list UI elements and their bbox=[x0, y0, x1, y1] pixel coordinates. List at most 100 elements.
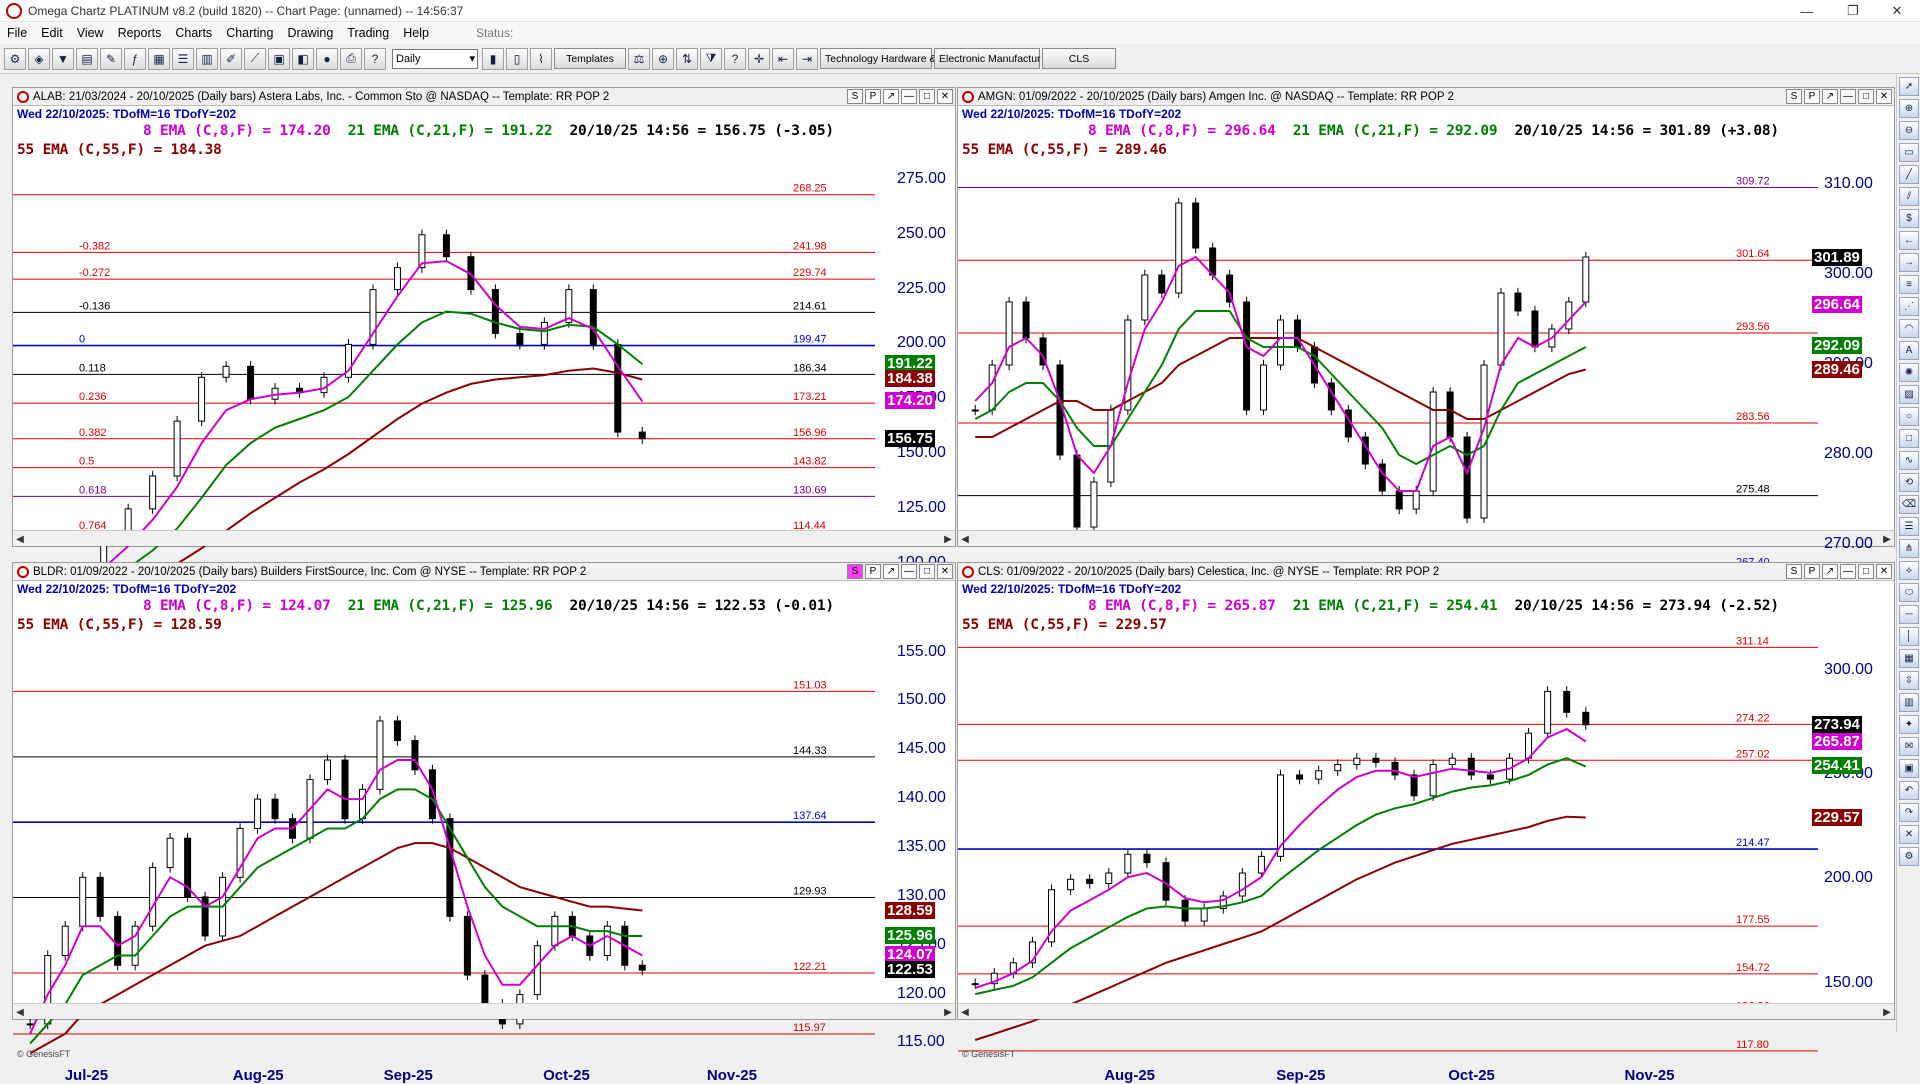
next-icon[interactable]: ⇥ bbox=[796, 47, 818, 70]
scroll-left-icon[interactable]: ◀ bbox=[958, 532, 972, 546]
ruler-icon[interactable]: ⟋ bbox=[244, 47, 266, 70]
panel-link-icon[interactable]: ↗ bbox=[1822, 564, 1838, 579]
minimize-button[interactable]: — bbox=[1784, 0, 1830, 22]
ellipse-icon[interactable]: ⬭ bbox=[1899, 583, 1919, 602]
scroll-right-icon[interactable]: ▶ bbox=[1880, 1005, 1894, 1019]
filter-icon[interactable]: ⧩ bbox=[700, 47, 722, 70]
panel-maximize-button[interactable]: □ bbox=[919, 89, 935, 104]
panel-maximize-button[interactable]: □ bbox=[1858, 89, 1874, 104]
price-plot[interactable]: 311.14274.22257.02214.47177.55154.72136.… bbox=[958, 563, 1818, 1063]
disk-icon[interactable]: ● bbox=[316, 47, 338, 70]
page-icon[interactable]: ▤ bbox=[76, 47, 98, 70]
cycle-icon[interactable]: ⟲ bbox=[1899, 473, 1919, 492]
ratio-icon[interactable]: ⇳ bbox=[1899, 671, 1919, 690]
horizontal-scrollbar[interactable]: ◀ ▶ bbox=[958, 530, 1894, 546]
swatch-icon[interactable]: ▨ bbox=[1899, 385, 1919, 404]
industry-button[interactable]: Electronic Manufactur bbox=[934, 48, 1041, 69]
panel-minimize-button[interactable]: — bbox=[901, 89, 917, 104]
restore-button[interactable]: ❐ bbox=[1830, 0, 1876, 22]
arrow-left-icon[interactable]: ← bbox=[1899, 231, 1919, 250]
menu-view[interactable]: View bbox=[70, 26, 111, 40]
menu-charts[interactable]: Charts bbox=[168, 26, 219, 40]
fib-icon[interactable]: ≡ bbox=[1899, 275, 1919, 294]
circle-icon[interactable]: ○ bbox=[1899, 407, 1919, 426]
arrow-right-icon[interactable]: → bbox=[1899, 253, 1919, 272]
prev-icon[interactable]: ⇤ bbox=[772, 47, 794, 70]
panel-minimize-button[interactable]: — bbox=[1840, 564, 1856, 579]
color-icon[interactable]: ✺ bbox=[1899, 363, 1919, 382]
close-button[interactable]: ✕ bbox=[1874, 0, 1920, 22]
bookmark-icon[interactable]: ▣ bbox=[268, 47, 290, 70]
scroll-left-icon[interactable]: ◀ bbox=[13, 532, 27, 546]
panel-close-button[interactable]: ✕ bbox=[937, 564, 953, 579]
menu-reports[interactable]: Reports bbox=[111, 26, 169, 40]
zoom-out-icon[interactable]: ⊖ bbox=[1899, 121, 1919, 140]
grid2-icon[interactable]: ▦ bbox=[1899, 649, 1919, 668]
list-icon[interactable]: ☰ bbox=[172, 47, 194, 70]
settings-icon[interactable]: ⚙ bbox=[1899, 847, 1919, 866]
panel-link-icon[interactable]: ↗ bbox=[1822, 89, 1838, 104]
panel-minimize-button[interactable]: — bbox=[901, 564, 917, 579]
pencil-icon[interactable]: ✎ bbox=[100, 47, 122, 70]
lock-icon[interactable]: ▣ bbox=[1899, 759, 1919, 778]
indicator-icon[interactable]: ◈ bbox=[28, 47, 50, 70]
box-icon[interactable]: □ bbox=[1899, 429, 1919, 448]
line-chart-icon[interactable]: ⌇ bbox=[530, 47, 552, 70]
compare-icon[interactable]: ⚖ bbox=[628, 47, 650, 70]
bar-chart-icon[interactable]: ▮ bbox=[482, 47, 504, 70]
panel-minimize-button[interactable]: — bbox=[1840, 89, 1856, 104]
grid-icon[interactable]: ▦ bbox=[148, 47, 170, 70]
note-icon[interactable]: ✉ bbox=[1899, 737, 1919, 756]
symbol-button[interactable]: CLS bbox=[1042, 48, 1116, 69]
pitchfork-icon[interactable]: ⋔ bbox=[1899, 539, 1919, 558]
bars-icon[interactable]: ▥ bbox=[1899, 693, 1919, 712]
panel-maximize-button[interactable]: □ bbox=[919, 564, 935, 579]
price-plot[interactable]: 151.03 144.33 137.64 129.93 122.21 115.97 bbox=[13, 563, 875, 1063]
formula-icon[interactable]: ƒ bbox=[124, 47, 146, 70]
horizontal-scrollbar[interactable]: ◀ ▶ bbox=[958, 1003, 1894, 1019]
scroll-right-icon[interactable]: ▶ bbox=[941, 532, 955, 546]
menu-help[interactable]: Help bbox=[396, 26, 436, 40]
open-chart-icon[interactable]: ⚙ bbox=[4, 47, 26, 70]
horizontal-scrollbar[interactable]: ◀ ▶ bbox=[13, 530, 955, 546]
trendline-icon[interactable]: ╱ bbox=[1899, 165, 1919, 184]
scroll-right-icon[interactable]: ▶ bbox=[1880, 532, 1894, 546]
menu-drawing[interactable]: Drawing bbox=[280, 26, 340, 40]
fan-icon[interactable]: ⋰ bbox=[1899, 297, 1919, 316]
candle-chart-icon[interactable]: ▯ bbox=[506, 47, 528, 70]
panel-close-button[interactable]: ✕ bbox=[1876, 89, 1892, 104]
period-select[interactable]: Daily ▾ bbox=[392, 48, 478, 69]
menu-file[interactable]: File bbox=[0, 26, 34, 40]
zoom-icon[interactable]: ⊕ bbox=[652, 47, 674, 70]
menu-trading[interactable]: Trading bbox=[340, 26, 396, 40]
crosshair-icon[interactable]: ✛ bbox=[748, 47, 770, 70]
horizontal-scrollbar[interactable]: ◀ ▶ bbox=[13, 1003, 955, 1019]
dollar-icon[interactable]: $ bbox=[1899, 209, 1919, 228]
draw-tool-icon[interactable]: ✐ bbox=[220, 47, 242, 70]
sort-icon[interactable]: ⇅ bbox=[676, 47, 698, 70]
scroll-left-icon[interactable]: ◀ bbox=[13, 1005, 27, 1019]
scroll-right-icon[interactable]: ▶ bbox=[941, 1005, 955, 1019]
gann-icon[interactable]: ⟡ bbox=[1899, 561, 1919, 580]
table-icon[interactable]: ▥ bbox=[196, 47, 218, 70]
panel-close-button[interactable]: ✕ bbox=[1876, 564, 1892, 579]
menu-edit[interactable]: Edit bbox=[34, 26, 70, 40]
panel-link-icon[interactable]: ↗ bbox=[883, 89, 899, 104]
panel-link-icon[interactable]: ↗ bbox=[883, 564, 899, 579]
scan-icon[interactable]: ◧ bbox=[292, 47, 314, 70]
menu-charting[interactable]: Charting bbox=[219, 26, 280, 40]
arc-icon[interactable]: ◠ bbox=[1899, 319, 1919, 338]
zoom-in-icon[interactable]: ⊕ bbox=[1899, 99, 1919, 118]
help-icon[interactable]: ? bbox=[364, 47, 386, 70]
window-icon[interactable]: ▭ bbox=[1899, 143, 1919, 162]
sector-button[interactable]: Technology Hardware & bbox=[820, 48, 936, 69]
lines-icon[interactable]: ☰ bbox=[1899, 517, 1919, 536]
hline-icon[interactable]: ─ bbox=[1899, 605, 1919, 624]
eraser-icon[interactable]: ⌫ bbox=[1899, 495, 1919, 514]
channel-icon[interactable]: ⫽ bbox=[1899, 187, 1919, 206]
panel-maximize-button[interactable]: □ bbox=[1858, 564, 1874, 579]
templates-button[interactable]: Templates bbox=[554, 48, 626, 69]
vline-icon[interactable]: │ bbox=[1899, 627, 1919, 646]
panel-close-button[interactable]: ✕ bbox=[937, 89, 953, 104]
redo-icon[interactable]: ↷ bbox=[1899, 803, 1919, 822]
